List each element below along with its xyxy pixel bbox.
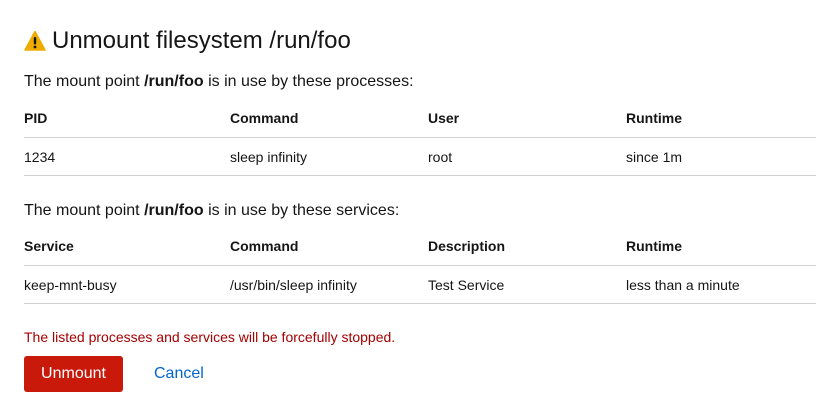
services-intro: The mount point /run/foo is in use by th…	[24, 202, 399, 220]
processes-intro-suffix: is in use by these processes:	[203, 73, 414, 90]
force-stop-warning: The listed processes and services will b…	[24, 329, 396, 345]
processes-intro: The mount point /run/foo is in use by th…	[24, 73, 414, 91]
unmount-button[interactable]: Unmount	[24, 356, 123, 392]
process-user: root	[428, 137, 626, 176]
column-header-runtime: Runtime	[626, 99, 816, 138]
column-header-command: Command	[230, 99, 428, 138]
service-name: keep-mnt-busy	[24, 265, 230, 304]
services-intro-suffix: is in use by these services:	[203, 202, 400, 219]
process-command: sleep infinity	[230, 137, 428, 176]
column-header-pid: PID	[24, 99, 230, 138]
services-intro-prefix: The mount point	[24, 202, 145, 219]
column-header-user: User	[428, 99, 626, 138]
column-header-description: Description	[428, 227, 626, 266]
table-row: keep-mnt-busy /usr/bin/sleep infinity Te…	[24, 265, 816, 304]
service-runtime: less than a minute	[626, 265, 816, 304]
service-command: /usr/bin/sleep infinity	[230, 265, 428, 304]
service-description: Test Service	[428, 265, 626, 304]
services-table: Service Command Description Runtime keep…	[24, 227, 816, 304]
cancel-button[interactable]: Cancel	[142, 356, 216, 392]
column-header-service: Service	[24, 227, 230, 266]
table-row: 1234 sleep infinity root since 1m	[24, 137, 816, 176]
column-header-runtime: Runtime	[626, 227, 816, 266]
processes-intro-prefix: The mount point	[24, 73, 145, 90]
dialog-header: Unmount filesystem /run/foo	[24, 26, 351, 56]
column-header-command: Command	[230, 227, 428, 266]
warning-triangle-icon	[24, 30, 46, 52]
process-pid: 1234	[24, 137, 230, 176]
process-runtime: since 1m	[626, 137, 816, 176]
processes-mount-point: /run/foo	[144, 73, 204, 90]
services-table-header-row: Service Command Description Runtime	[24, 227, 816, 266]
dialog-title: Unmount filesystem /run/foo	[52, 27, 351, 54]
processes-table: PID Command User Runtime 1234 sleep infi…	[24, 99, 816, 176]
processes-table-header-row: PID Command User Runtime	[24, 99, 816, 138]
services-mount-point: /run/foo	[144, 202, 204, 219]
